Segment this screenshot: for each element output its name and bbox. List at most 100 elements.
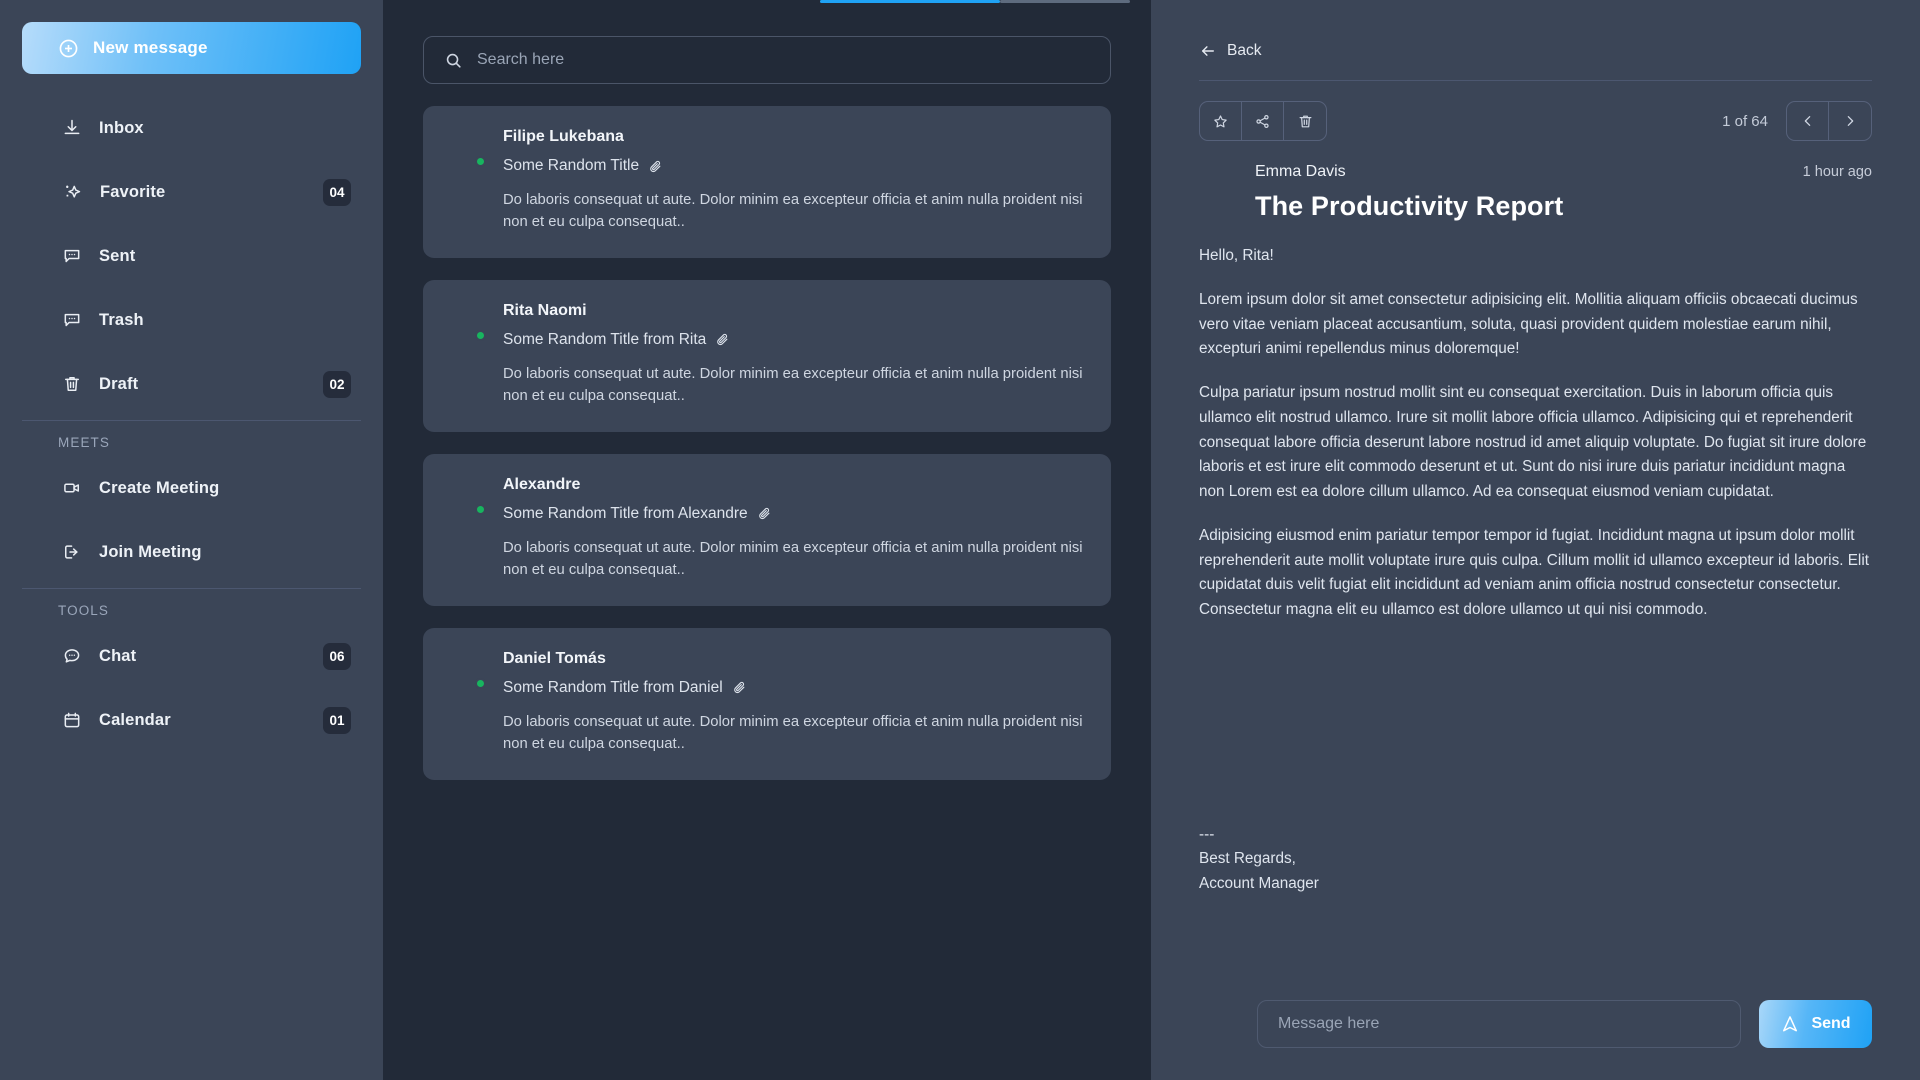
message-list-item[interactable]: Filipe Lukebana Some Random Title Do lab… [423,106,1111,258]
pagination-buttons [1786,101,1872,141]
email-greeting: Hello, Rita! [1199,247,1274,264]
message-snippet: Do laboris consequat ut aute. Dolor mini… [503,539,1083,579]
message-subject-text: Some Random Title [503,157,640,174]
sidebar-section-meets-title: MEETS [58,435,111,450]
inbox-download-icon [62,118,82,138]
search-icon [444,51,463,70]
attachment-thumbnail[interactable] [1406,642,1591,817]
star-icon [1212,113,1229,130]
video-camera-icon [62,478,82,498]
sidebar-item-inbox[interactable]: Inbox [22,96,361,160]
trash-can-icon [62,374,82,394]
send-label: Send [1811,1015,1851,1032]
message-subject: Some Random Title from Daniel [503,679,1087,697]
sidebar-label-trash: Trash [99,310,144,329]
avatar [1199,167,1239,207]
message-list-item[interactable]: Daniel Tomás Some Random Title from Dani… [423,627,1111,780]
sidebar-item-draft[interactable]: Draft 02 [22,352,361,416]
chat-bubble-icon [62,310,82,330]
previous-message-button[interactable] [1787,102,1829,140]
sidebar-section-tools-title: TOOLS [58,603,110,618]
calendar-icon [62,710,82,730]
online-status-dot [475,503,486,515]
attachment-thumbnail[interactable] [1199,642,1384,817]
email-paragraph: Adipisicing eiusmod enim pariatur tempor… [1199,526,1869,619]
paperclip-icon [648,159,663,174]
search-input[interactable] [477,51,1090,69]
online-status-dot [475,329,486,341]
sidebar: New message Inbox Favorite 04 Sent Trash… [0,0,383,1080]
trash-can-icon [1297,113,1314,130]
message-subject: Some Random Title [503,157,1087,175]
message-snippet: Do laboris consequat ut aute. Dolor mini… [503,192,1083,231]
attachment-thumbnail[interactable] [1613,642,1798,817]
message-subject-text: Some Random Title from Alexandre [503,504,748,522]
sidebar-item-chat[interactable]: Chat 06 [22,624,361,688]
email-subject: The Productivity Report [1255,191,1564,221]
new-message-button[interactable]: New message [22,22,361,74]
reply-input[interactable] [1278,1015,1720,1033]
send-button[interactable]: Send [1759,1000,1872,1048]
message-subject-text: Some Random Title from Daniel [503,678,723,696]
search-bar[interactable] [423,36,1111,84]
signature-line: Best Regards, [1199,850,1296,868]
sidebar-label-sent: Sent [99,246,136,265]
reader-divider [1199,80,1872,81]
paperclip-icon [757,506,772,521]
logout-arrow-icon [62,542,82,562]
message-sender-name: Rita Naomi [503,301,587,319]
email-sender-name: Emma Davis [1255,163,1346,180]
reading-pane: Back 1 of 64 Emma Davis 1 hour ago The P… [1151,0,1920,1080]
message-sender-name: Daniel Tomás [503,649,606,667]
tab-accent-inactive [1000,0,1130,3]
sidebar-item-trash[interactable]: Trash [22,288,361,352]
sidebar-label-create-meeting: Create Meeting [99,478,220,497]
compose-bar: Send [1199,990,1872,1048]
plus-circle-icon [58,38,79,59]
message-snippet: Do laboris consequat ut aute. Dolor mini… [503,713,1083,753]
paperclip-icon [715,332,730,347]
avatar [447,130,486,168]
pagination-count: 1 of 64 [1722,112,1768,130]
reader-action-group [1199,101,1327,141]
reply-field[interactable] [1257,1000,1741,1048]
message-subject-text: Some Random Title from Rita [503,330,707,348]
reader-toolbar: 1 of 64 [1199,101,1872,141]
email-client-app: New message Inbox Favorite 04 Sent Trash… [0,0,1920,1080]
signature-line: Account Manager [1199,874,1319,892]
sparkle-star-icon [62,182,83,203]
paperclip-icon [732,680,747,695]
message-list-item[interactable]: Rita Naomi Some Random Title from Rita D… [423,279,1111,432]
sidebar-item-join-meeting[interactable]: Join Meeting [22,520,361,584]
sidebar-item-sent[interactable]: Sent [22,224,361,288]
sidebar-label-draft: Draft [99,374,139,393]
sidebar-badge-chat: 06 [323,642,351,670]
back-label: Back [1227,42,1262,59]
message-subject: Some Random Title from Rita [503,331,1087,349]
sidebar-item-calendar[interactable]: Calendar 01 [22,688,361,752]
chat-bubble-icon [62,246,82,266]
email-paragraph: Lorem ipsum dolor sit amet consectetur a… [1199,290,1858,358]
chevron-left-icon [1800,113,1816,129]
avatar [447,304,486,342]
email-paragraph: Culpa pariatur ipsum nostrud mollit sint… [1199,384,1867,501]
sidebar-item-favorite[interactable]: Favorite 04 [22,160,361,224]
message-subject: Some Random Title from Alexandre [503,505,1087,523]
email-timestamp: 1 hour ago [1802,164,1872,180]
share-button[interactable] [1242,102,1284,140]
chat-round-icon [62,646,82,666]
message-list-item[interactable]: Alexandre Some Random Title from Alexand… [423,453,1111,606]
favorite-button[interactable] [1200,102,1242,140]
sidebar-label-favorite: Favorite [100,182,166,201]
email-attachments [1199,642,1872,817]
avatar [447,478,486,516]
delete-button[interactable] [1284,102,1326,140]
email-header: Emma Davis 1 hour ago The Productivity R… [1199,163,1872,222]
sidebar-label-inbox: Inbox [99,118,144,137]
email-body: Hello, Rita! Lorem ipsum dolor sit amet … [1199,244,1872,896]
sidebar-item-create-meeting[interactable]: Create Meeting [22,456,361,520]
next-message-button[interactable] [1829,102,1871,140]
avatar [1199,1004,1239,1044]
online-status-dot [475,156,486,167]
back-button[interactable]: Back [1199,42,1872,60]
